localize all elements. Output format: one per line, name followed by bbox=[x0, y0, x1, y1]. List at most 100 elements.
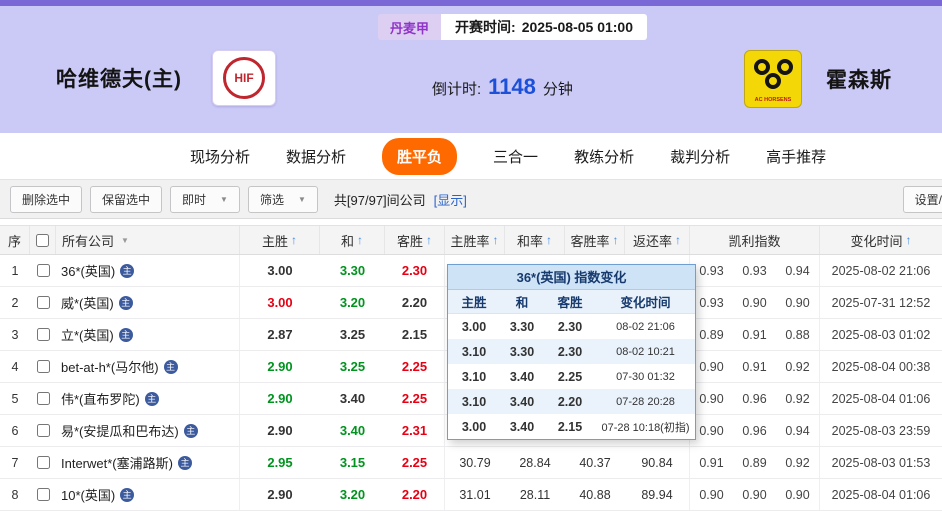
row-checkbox[interactable] bbox=[36, 264, 50, 277]
tab-win-draw-loss[interactable]: 胜平负 bbox=[382, 137, 458, 175]
tab-coach-analysis[interactable]: 教练分析 bbox=[574, 146, 634, 167]
odds-comparison-page: 丹麦甲 开赛时间: 2025-08-05 01:00 哈维德夫(主) HIF 倒… bbox=[0, 0, 942, 511]
col-draw-odds[interactable]: 和 ↑ bbox=[320, 226, 385, 254]
row-checkbox[interactable] bbox=[36, 488, 50, 501]
away-odds[interactable]: 2.15 bbox=[385, 319, 445, 350]
company-name[interactable]: 立*(英国) bbox=[61, 325, 114, 344]
col-change-time[interactable]: 变化时间 ↑ bbox=[820, 226, 942, 254]
away-odds[interactable]: 2.20 bbox=[385, 479, 445, 510]
popup-home-odds: 3.00 bbox=[461, 319, 487, 334]
away-odds[interactable]: 2.30 bbox=[385, 255, 445, 286]
company-name[interactable]: Interwet*(塞浦路斯) bbox=[61, 453, 173, 472]
company-detail-icon[interactable]: 主 bbox=[120, 263, 135, 278]
keep-selected-button[interactable]: 保留选中 bbox=[90, 185, 163, 213]
away-odds[interactable]: 2.25 bbox=[385, 383, 445, 414]
row-checkbox[interactable] bbox=[36, 456, 50, 469]
company-name[interactable]: 10*(英国) bbox=[61, 485, 115, 504]
col-seq: 序 bbox=[0, 226, 30, 254]
col-away-rate[interactable]: 客胜率 ↑ bbox=[565, 226, 625, 254]
row-checkbox[interactable] bbox=[36, 424, 50, 437]
home-odds[interactable]: 3.00 bbox=[240, 255, 320, 286]
away-odds[interactable]: 2.31 bbox=[385, 415, 445, 446]
tab-live-analysis[interactable]: 现场分析 bbox=[190, 146, 250, 167]
company-cell[interactable]: Interwet*(塞浦路斯) 主 bbox=[56, 447, 240, 478]
league-badge[interactable]: 丹麦甲 bbox=[378, 14, 442, 40]
company-cell[interactable]: 易*(安提瓜和巴布达) 主 bbox=[56, 415, 240, 446]
tab-referee-analysis[interactable]: 裁判分析 bbox=[670, 146, 730, 167]
row-checkbox[interactable] bbox=[36, 360, 50, 373]
away-odds[interactable]: 2.25 bbox=[385, 351, 445, 382]
draw-odds[interactable]: 3.25 bbox=[320, 319, 385, 350]
col-return-rate[interactable]: 返还率 ↑ bbox=[625, 226, 690, 254]
home-odds[interactable]: 2.90 bbox=[240, 479, 320, 510]
draw-odds[interactable]: 3.40 bbox=[320, 383, 385, 414]
col-home-odds[interactable]: 主胜 ↑ bbox=[240, 226, 320, 254]
tab-expert-picks[interactable]: 高手推荐 bbox=[766, 146, 826, 167]
company-name[interactable]: 威*(英国) bbox=[61, 293, 114, 312]
col-home-odds-label: 主胜 bbox=[261, 233, 288, 249]
settings-button[interactable]: 设置/选择 bbox=[902, 185, 942, 213]
home-odds[interactable]: 2.95 bbox=[240, 447, 320, 478]
col-away-odds-label: 客胜 bbox=[396, 233, 423, 249]
col-home-rate[interactable]: 主胜率 ↑ bbox=[445, 226, 505, 254]
countdown-label: 倒计时: bbox=[432, 81, 482, 98]
select-all-checkbox[interactable] bbox=[36, 233, 49, 247]
draw-odds[interactable]: 3.20 bbox=[320, 287, 385, 318]
change-time: 2025-08-04 00:38 bbox=[831, 359, 931, 374]
col-change-time-label: 变化时间 bbox=[850, 233, 903, 249]
col-away-odds[interactable]: 客胜 ↑ bbox=[385, 226, 445, 254]
col-company[interactable]: 所有公司 ▼ bbox=[56, 226, 240, 254]
home-odds[interactable]: 3.00 bbox=[240, 287, 320, 318]
draw-odds[interactable]: 3.40 bbox=[320, 415, 385, 446]
company-name[interactable]: 36*(英国) bbox=[61, 261, 115, 280]
kelly-draw: 0.90 bbox=[742, 295, 767, 310]
company-detail-icon[interactable]: 主 bbox=[120, 487, 135, 502]
popup-draw-odds: 3.40 bbox=[509, 419, 535, 434]
tab-data-analysis[interactable]: 数据分析 bbox=[286, 146, 346, 167]
company-detail-icon[interactable]: 主 bbox=[144, 391, 159, 406]
home-odds[interactable]: 2.90 bbox=[240, 415, 320, 446]
draw-odds[interactable]: 3.30 bbox=[320, 255, 385, 286]
away-odds[interactable]: 2.25 bbox=[385, 447, 445, 478]
row-checkbox[interactable] bbox=[36, 296, 50, 309]
kelly-draw: 0.93 bbox=[742, 263, 767, 278]
row-select-cell bbox=[30, 383, 56, 414]
company-cell[interactable]: 立*(英国) 主 bbox=[56, 319, 240, 350]
home-odds[interactable]: 2.87 bbox=[240, 319, 320, 350]
company-cell[interactable]: bet-at-h*(马尔他) 主 bbox=[56, 351, 240, 382]
company-detail-icon[interactable]: 主 bbox=[118, 295, 133, 310]
company-count: 共[97/97]间公司 bbox=[333, 192, 426, 208]
kelly-away: 0.88 bbox=[776, 319, 820, 350]
draw-odds[interactable]: 3.15 bbox=[320, 447, 385, 478]
company-cell[interactable]: 10*(英国) 主 bbox=[56, 479, 240, 510]
popup-col-draw: 和 bbox=[515, 296, 529, 310]
tab-three-in-one[interactable]: 三合一 bbox=[493, 146, 538, 167]
company-cell[interactable]: 36*(英国) 主 bbox=[56, 255, 240, 286]
company-detail-icon[interactable]: 主 bbox=[183, 423, 198, 438]
company-cell[interactable]: 威*(英国) 主 bbox=[56, 287, 240, 318]
company-name[interactable]: 伟*(直布罗陀) bbox=[61, 389, 140, 408]
filter-dropdown[interactable]: 筛选 ▼ bbox=[247, 185, 318, 213]
home-odds[interactable]: 2.90 bbox=[240, 383, 320, 414]
draw-odds[interactable]: 3.25 bbox=[320, 351, 385, 382]
company-detail-icon[interactable]: 主 bbox=[177, 455, 192, 470]
col-kelly: 凯利指数 bbox=[690, 226, 820, 254]
select-all-cell bbox=[30, 226, 56, 254]
row-checkbox[interactable] bbox=[36, 328, 50, 341]
row-checkbox[interactable] bbox=[36, 392, 50, 405]
company-detail-icon[interactable]: 主 bbox=[163, 359, 178, 374]
away-odds[interactable]: 2.20 bbox=[385, 287, 445, 318]
home-odds[interactable]: 2.90 bbox=[240, 351, 320, 382]
company-detail-icon[interactable]: 主 bbox=[118, 327, 133, 342]
kelly-home: 0.93 bbox=[699, 263, 724, 278]
col-draw-rate[interactable]: 和率 ↑ bbox=[505, 226, 565, 254]
change-time: 2025-08-03 01:02 bbox=[831, 327, 931, 342]
company-name[interactable]: bet-at-h*(马尔他) bbox=[61, 357, 159, 376]
delete-selected-button[interactable]: 删除选中 bbox=[10, 185, 83, 213]
show-link[interactable]: [显示] bbox=[434, 190, 467, 209]
company-name[interactable]: 易*(安提瓜和巴布达) bbox=[61, 421, 179, 440]
instant-dropdown[interactable]: 即时 ▼ bbox=[170, 185, 240, 213]
draw-odds[interactable]: 3.20 bbox=[320, 479, 385, 510]
company-cell[interactable]: 伟*(直布罗陀) 主 bbox=[56, 383, 240, 414]
match-meta: 丹麦甲 开赛时间: 2025-08-05 01:00 bbox=[378, 14, 647, 40]
